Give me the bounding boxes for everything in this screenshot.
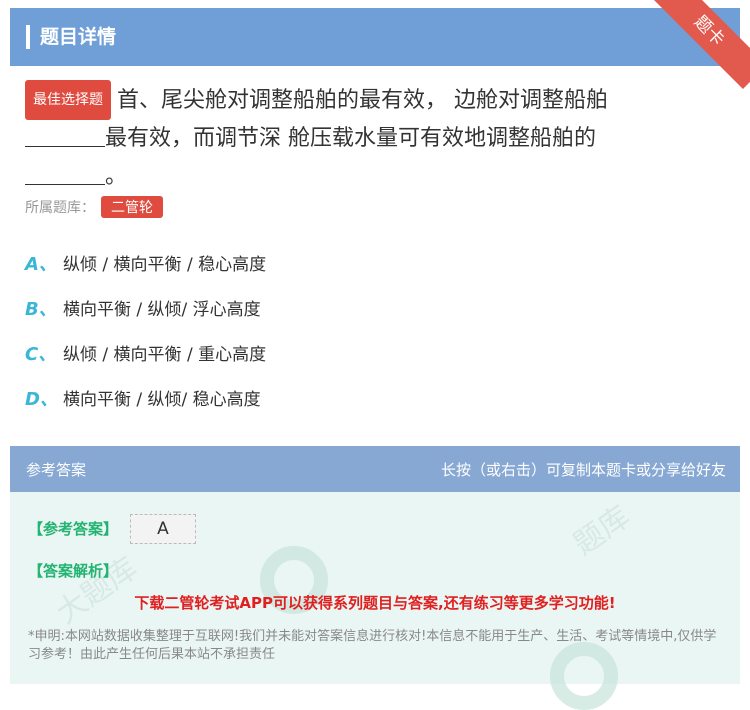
answer-header: 参考答案 长按（或右击）可复制本题卡或分享给好友 (10, 446, 740, 492)
option-text: 横向平衡 / 纵倾/ 稳心高度 (63, 390, 261, 410)
option-letter: D、 (25, 389, 58, 410)
watermark-text: 大题库 (50, 550, 144, 632)
option-c[interactable]: C、 纵倾 / 横向平衡 / 重心高度 (25, 340, 266, 385)
option-text: 纵倾 / 横向平衡 / 重心高度 (63, 345, 267, 365)
option-b[interactable]: B、 横向平衡 / 纵倾/ 浮心高度 (25, 295, 266, 340)
answer-section: 大题库 题库 参考答案 长按（或右击）可复制本题卡或分享给好友 【参考答案】 A… (10, 446, 740, 710)
disclaimer-text: *申明:本网站数据收集整理于互联网!我们并未能对答案信息进行核对!本信息不能用于… (28, 629, 717, 662)
option-a[interactable]: A、 纵倾 / 横向平衡 / 稳心高度 (25, 250, 266, 295)
page-title: 题目详情 (40, 26, 117, 48)
answer-blank-2 (25, 164, 105, 185)
header-accent-bar (26, 25, 30, 49)
option-letter: B、 (25, 299, 57, 320)
question-text-end: 。 (105, 164, 128, 189)
question-type-badge: 最佳选择题 (25, 80, 111, 120)
question-stem: 最佳选择题 首、尾尖舱对调整船舶的最有效， 边舱对调整船舶 最有效，而调节深 舱压… (25, 80, 725, 196)
page-header: 题目详情 (10, 8, 740, 66)
analysis-label: 【答案解析】 (28, 562, 119, 580)
bank-tag[interactable]: 二管轮 (101, 196, 163, 218)
option-letter: A、 (25, 254, 57, 275)
question-bank: 所属题库： 二管轮 (25, 196, 163, 218)
option-letter: C、 (25, 344, 57, 365)
option-text: 纵倾 / 横向平衡 / 稳心高度 (63, 255, 267, 275)
option-d[interactable]: D、 横向平衡 / 纵倾/ 稳心高度 (25, 385, 266, 430)
share-hint: 长按（或右击）可复制本题卡或分享给好友 (440, 461, 726, 479)
reference-answer-label: 【参考答案】 (28, 520, 119, 538)
question-text-part1: 首、尾尖舱对调整船舶的最有效， 边舱对调整船舶 (117, 88, 608, 113)
answer-header-title: 参考答案 (26, 461, 87, 479)
option-text: 横向平衡 / 纵倾/ 浮心高度 (63, 300, 261, 320)
options-list: A、 纵倾 / 横向平衡 / 稳心高度 B、 横向平衡 / 纵倾/ 浮心高度 C、纵… (25, 250, 266, 430)
watermark-text: 题库 (567, 499, 637, 563)
download-app-promo[interactable]: 下载二管轮考试APP可以获得系列题目与答案,还有练习等更多学习功能! (10, 592, 740, 613)
answer-blank-1 (25, 126, 105, 147)
question-text-part2: 最有效，而调节深 舱压载水量可有效地调整船舶的 (105, 126, 596, 151)
ribbon-label: 题卡 (654, 0, 750, 89)
reference-answer-value: A (130, 514, 196, 544)
bank-label: 所属题库： (25, 200, 95, 216)
